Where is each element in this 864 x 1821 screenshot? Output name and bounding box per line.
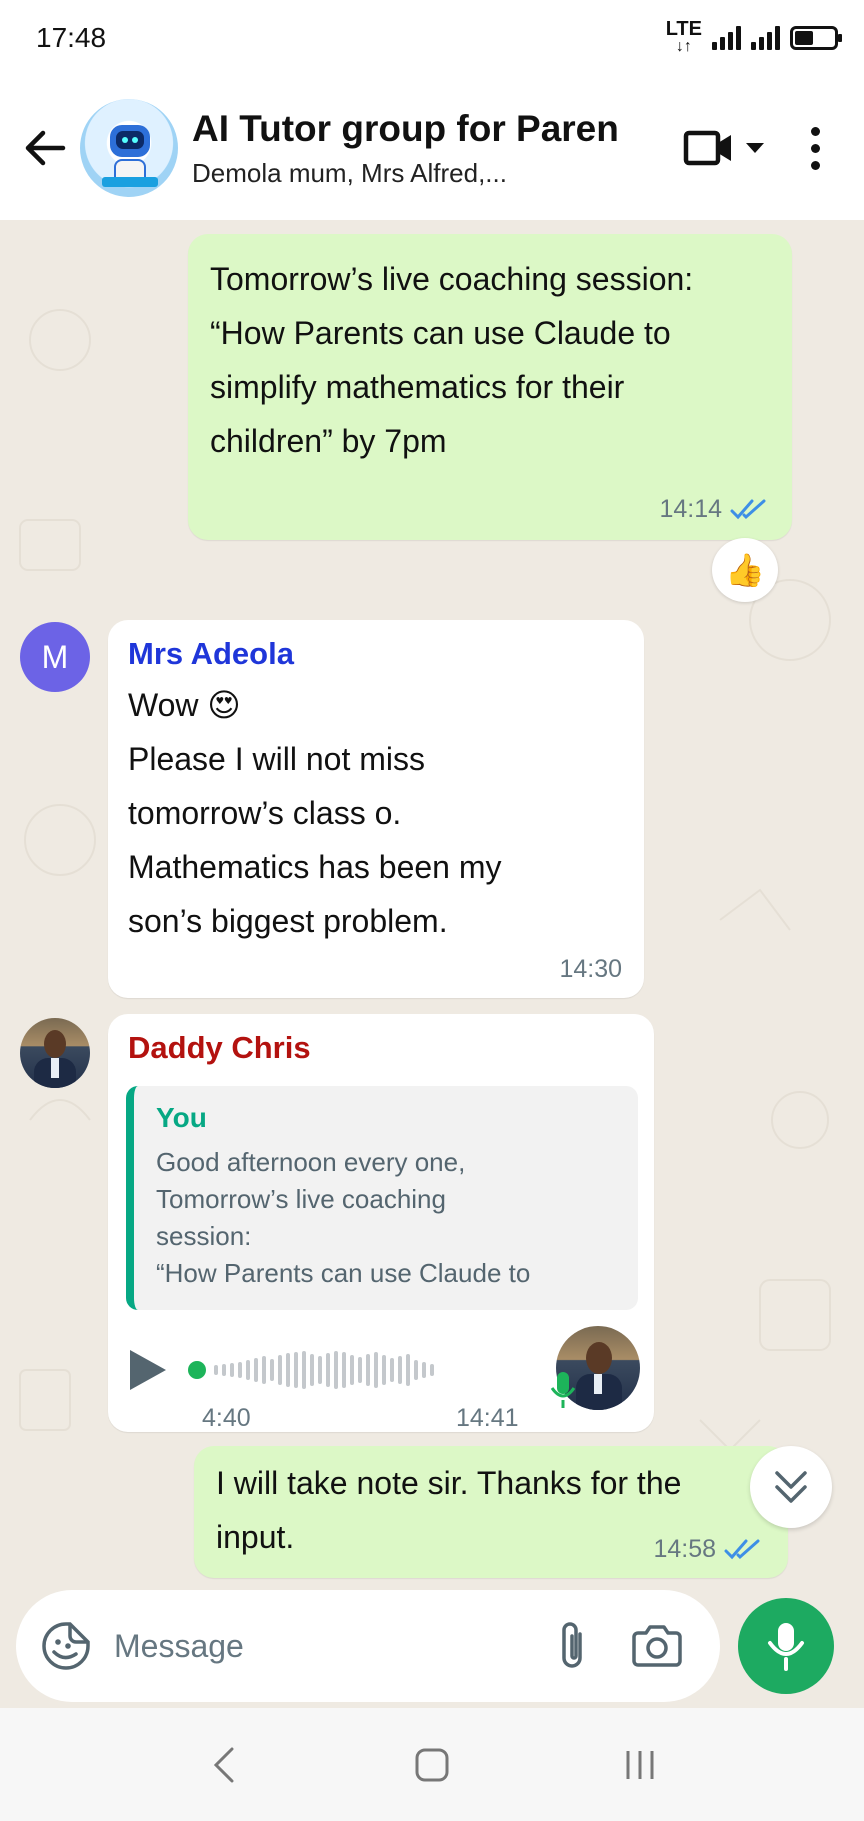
message-text: I will take note sir. Thanks for the <box>216 1465 682 1501</box>
message-composer: Message <box>16 1590 720 1702</box>
message-bubble-outgoing[interactable]: I will take note sir. Thanks for the inp… <box>194 1446 788 1578</box>
more-options-button[interactable] <box>801 126 830 170</box>
status-time: 17:48 <box>36 22 107 53</box>
message-time: 14:58 <box>653 1535 716 1563</box>
arrow-left-icon <box>25 130 66 166</box>
message-text: input. <box>216 1519 295 1555</box>
message-input[interactable]: Message <box>114 1628 554 1665</box>
microphone-icon <box>768 1623 804 1671</box>
header-actions <box>683 126 844 170</box>
message-meta: 14:30 <box>559 955 622 984</box>
message-text: tomorrow’s class o. <box>128 795 402 831</box>
message-text: Please I will not miss <box>128 741 425 777</box>
play-icon <box>130 1350 166 1390</box>
chat-members: Demola mum, Mrs Alfred,... <box>192 157 507 188</box>
reaction-badge[interactable]: 👍 <box>712 538 778 602</box>
voice-duration: 4:40 <box>202 1404 251 1432</box>
video-camera-icon <box>683 130 731 166</box>
sender-name[interactable]: Mrs Adeola <box>128 636 502 672</box>
voice-record-button[interactable] <box>738 1598 834 1694</box>
message-bubble-outgoing[interactable]: Tomorrow’s live coaching session: “How P… <box>188 234 792 540</box>
nav-back-button[interactable] <box>194 1735 254 1795</box>
message-meta: 14:14 <box>659 495 768 524</box>
message-text: Wow 😍 <box>128 687 241 723</box>
signal-icon <box>712 26 741 50</box>
signal-icon <box>751 26 780 50</box>
lte-icon: LTE ↓↑ <box>665 18 702 55</box>
status-bar: 17:48 LTE ↓↑ <box>0 0 864 76</box>
chat-info[interactable]: AI Tutor group for Paren Demola mum, Mrs… <box>192 108 683 189</box>
message-time: 14:41 <box>456 1404 519 1432</box>
avatar[interactable]: M <box>20 622 90 692</box>
attachment-icon[interactable] <box>554 1620 590 1672</box>
home-square-icon <box>415 1748 449 1781</box>
system-navigation-bar <box>0 1708 864 1821</box>
group-avatar[interactable] <box>80 99 178 197</box>
play-button[interactable] <box>126 1346 170 1394</box>
chat-title: AI Tutor group for Paren <box>192 107 619 149</box>
message-text: children” by 7pm <box>210 423 447 459</box>
scroll-to-bottom-button[interactable] <box>750 1446 832 1528</box>
double-check-icon <box>730 499 766 519</box>
video-call-button[interactable] <box>683 128 765 168</box>
double-check-icon <box>724 1539 760 1559</box>
battery-icon <box>790 26 842 50</box>
chevron-left-icon <box>213 1747 234 1782</box>
message-text: “How Parents can use Claude to <box>210 315 671 351</box>
avatar[interactable] <box>20 1018 90 1088</box>
message-text: Mathematics has been my <box>128 849 502 885</box>
microphone-icon <box>550 1372 576 1408</box>
status-icons: LTE ↓↑ <box>665 18 842 56</box>
message-bubble-incoming[interactable]: Mrs Adeola Wow 😍 Please I will not miss … <box>108 620 644 998</box>
nav-home-button[interactable] <box>402 1735 462 1795</box>
double-chevron-down-icon <box>775 1471 807 1503</box>
sticker-icon[interactable] <box>40 1620 92 1672</box>
back-button[interactable] <box>20 123 70 173</box>
composer-actions <box>554 1620 696 1672</box>
quote-author: You <box>156 1102 207 1133</box>
recents-icon <box>626 1750 654 1779</box>
quoted-message[interactable]: You Good afternoon every one, Tomorrow’s… <box>126 1086 638 1310</box>
message-text: Tomorrow’s live coaching session: <box>210 261 694 297</box>
quote-line: Tomorrow’s live coaching <box>156 1184 446 1214</box>
chevron-down-icon <box>746 143 764 153</box>
seek-handle[interactable] <box>188 1361 206 1379</box>
quote-line: “How Parents can use Claude to <box>156 1258 531 1288</box>
sender-name[interactable]: Daddy Chris <box>128 1030 311 1066</box>
message-text: simplify mathematics for their <box>210 369 625 405</box>
quote-line: Good afternoon every one, <box>156 1147 466 1177</box>
message-text: son’s biggest problem. <box>128 903 448 939</box>
quote-line: session: <box>156 1221 252 1251</box>
camera-icon[interactable] <box>630 1623 684 1669</box>
chat-header: AI Tutor group for Paren Demola mum, Mrs… <box>0 76 864 220</box>
message-time: 14:14 <box>659 495 722 523</box>
voice-waveform[interactable] <box>188 1350 434 1390</box>
thumbs-up-icon: 👍 <box>725 552 765 588</box>
message-meta: 14:58 <box>653 1535 762 1564</box>
message-time: 14:30 <box>559 955 622 983</box>
nav-recents-button[interactable] <box>610 1735 670 1795</box>
